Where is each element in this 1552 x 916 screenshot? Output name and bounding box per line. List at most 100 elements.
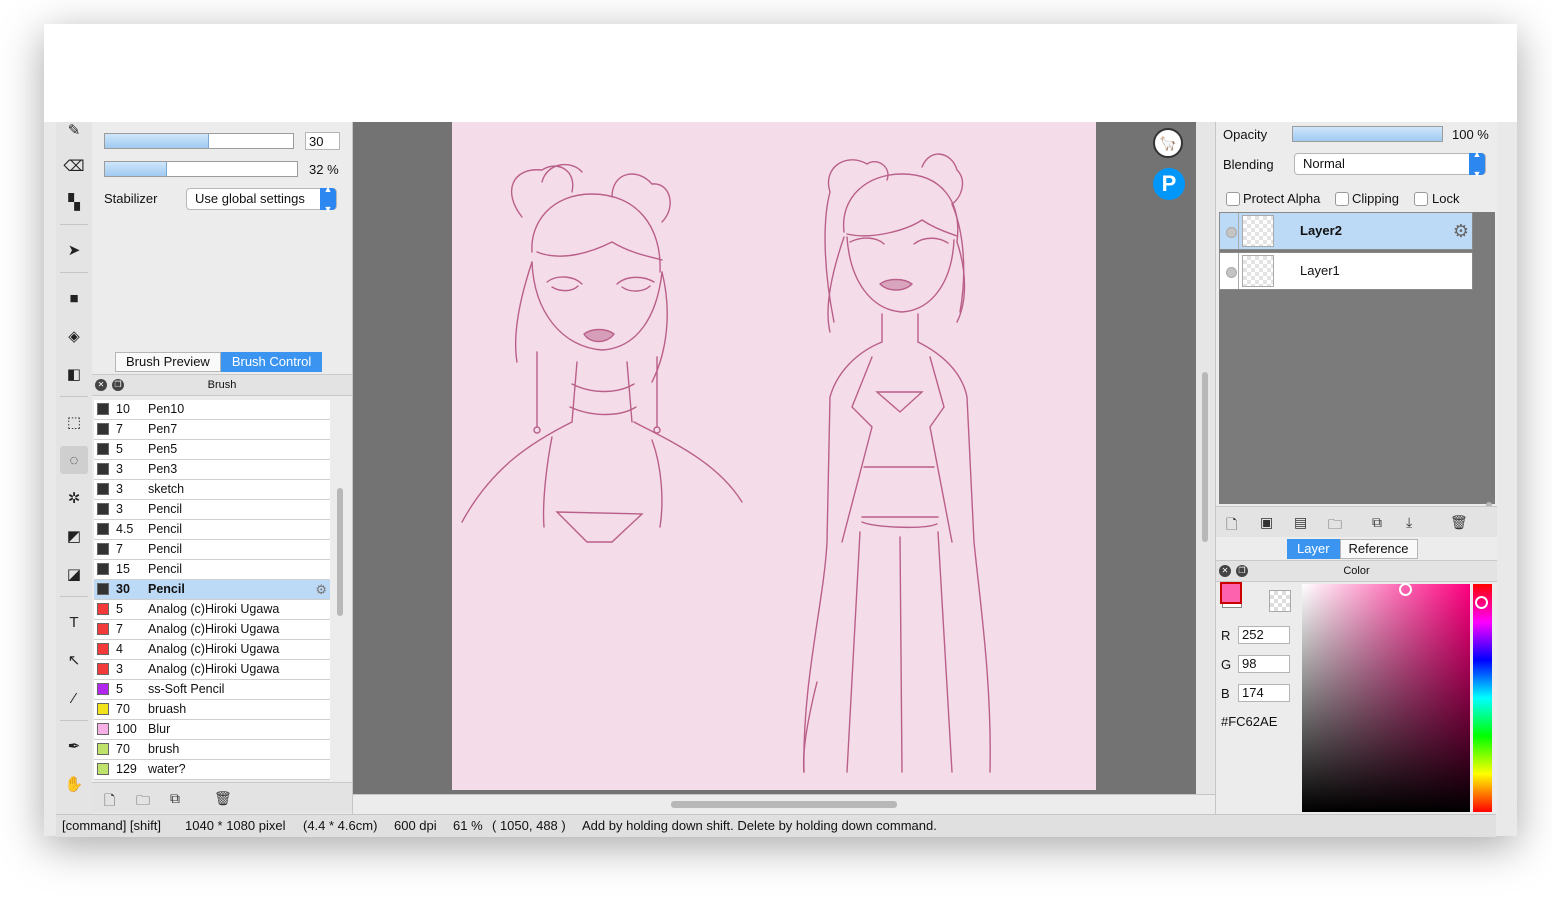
sketch-drawing [461,153,991,773]
brush-size: 100 [116,722,137,736]
brush-row[interactable]: 4.5 Pencil [94,520,330,540]
r-input[interactable]: 252 [1238,626,1290,644]
move-tool-icon[interactable]: ➤ [60,236,88,264]
color-picker-cursor[interactable] [1399,583,1412,596]
blending-select[interactable]: Normal ▲ ▼ [1294,149,1486,179]
hand-tool-icon[interactable]: ✋ [60,770,88,798]
eyedropper-tool-icon[interactable]: ✒ [60,732,88,760]
fill-rect-tool-icon[interactable]: ■ [60,284,88,312]
stabilizer-select[interactable]: Use global settings ▲ ▼ [186,184,337,214]
new-brush-icon[interactable]: 🗋 [104,790,115,814]
lasso-tool-icon[interactable]: ◌ [60,446,88,474]
brush-density-value: 32 % [309,162,339,177]
g-input[interactable]: 98 [1238,655,1290,673]
visibility-icon[interactable] [1226,267,1237,278]
brush-color-swatch [97,563,109,575]
gradient-tool-icon[interactable]: ◧ [60,360,88,388]
layer-folder-icon[interactable]: 🗀 [1328,514,1342,538]
delete-layer-icon[interactable]: 🗑 [1450,514,1468,531]
window-titlebar [44,24,1517,122]
protect-alpha-checkbox[interactable] [1226,192,1240,206]
tab-brush-control[interactable]: Brush Control [220,352,323,372]
operation-tool-icon[interactable]: ↖ [60,646,88,674]
close-icon[interactable]: ✕ [95,379,107,391]
brush-row[interactable]: 7 Pencil [94,540,330,560]
brush-density-slider[interactable] [104,161,298,177]
bucket-tool-icon[interactable]: ◈ [60,322,88,350]
canvas-area[interactable]: 🦙 P [353,122,1196,794]
canvas-horizontal-scrollbar[interactable] [671,801,897,808]
brush-row[interactable]: 3 sketch [94,480,330,500]
select-eraser-tool-icon[interactable]: ◪ [60,560,88,588]
brush-row[interactable]: 3 Analog (c)Hiroki Ugawa [94,660,330,680]
primary-color-swatch[interactable] [1220,582,1242,604]
tab-reference[interactable]: Reference [1339,539,1418,559]
g-label: G [1221,657,1232,672]
brush-list-scrollbar[interactable] [337,488,343,616]
brush-row[interactable]: 15 Pencil [94,560,330,580]
close-icon[interactable]: ✕ [1219,565,1231,577]
layer-row-layer1[interactable]: Layer1 [1219,252,1473,290]
tool-divider [60,720,88,721]
gear-icon[interactable]: ⚙ [315,580,327,599]
visibility-icon[interactable] [1226,227,1237,238]
new-8bit-layer-icon[interactable]: ▣ [1260,514,1273,531]
trash-icon[interactable]: 🗑 [214,790,232,807]
brush-name: sketch [148,482,185,496]
alpaca-avatar-icon[interactable]: 🦙 [1153,128,1183,158]
detach-icon[interactable]: ❐ [112,379,124,391]
brush-row[interactable]: 5 ss-Soft Pencil [94,680,330,700]
new-layer-icon[interactable]: 🗋 [1226,514,1237,538]
brush-row[interactable]: 3 Pen3 [94,460,330,480]
gear-icon[interactable]: ⚙ [1453,221,1469,242]
detach-icon[interactable]: ❐ [1236,565,1248,577]
clipping-checkbox[interactable] [1335,192,1349,206]
brush-row[interactable]: 129 water? [94,760,330,780]
brush-row[interactable]: 10 Pen10 [94,400,330,420]
drawing-canvas[interactable] [452,122,1096,790]
brush-size-slider[interactable] [104,133,294,149]
select-pen-tool-icon[interactable]: ◩ [60,522,88,550]
select-rect-tool-icon[interactable]: ⬚ [60,408,88,436]
magic-wand-tool-icon[interactable]: ✲ [60,484,88,512]
opacity-slider[interactable] [1292,126,1443,142]
saturation-value-picker[interactable] [1302,583,1470,812]
brush-size: 129 [116,762,137,776]
brush-size: 70 [116,702,130,716]
brush-size-input[interactable]: 30 [305,132,340,150]
duplicate-layer-icon[interactable]: ⧉ [1372,514,1382,531]
brush-row[interactable]: 4 Analog (c)Hiroki Ugawa [94,640,330,660]
b-input[interactable]: 174 [1238,684,1290,702]
brush-row[interactable]: 3 Pencil [94,500,330,520]
tab-brush-preview[interactable]: Brush Preview [115,352,221,372]
hue-slider[interactable] [1473,584,1492,812]
blur-tool-icon[interactable]: ⁄ [60,684,88,712]
brush-row[interactable]: 70 bruash [94,700,330,720]
brush-row[interactable]: 30 Pencil ⚙ [94,580,330,600]
canvas-vertical-scrollbar[interactable] [1202,372,1208,542]
brush-row[interactable]: 5 Analog (c)Hiroki Ugawa [94,600,330,620]
eraser-tool-icon[interactable]: ⌫ [60,152,88,180]
brush-row[interactable]: 5 Pen5 [94,440,330,460]
status-coords: ( 1050, 488 ) [492,818,566,833]
transparent-color-swatch[interactable] [1269,590,1291,612]
brush-name: Pen7 [148,422,178,436]
brush-color-swatch [97,543,109,555]
brush-row[interactable]: 70 brush [94,740,330,760]
layer-row-layer2[interactable]: Layer2 ⚙ [1219,212,1473,250]
pixiv-icon[interactable]: P [1153,168,1185,200]
hue-cursor[interactable] [1475,596,1488,609]
brush-row[interactable]: 7 Analog (c)Hiroki Ugawa [94,620,330,640]
lock-checkbox[interactable] [1414,192,1428,206]
brush-row[interactable]: 7 Pen7 [94,420,330,440]
text-tool-icon[interactable]: T [60,608,88,636]
brush-panel-header: ✕ ❐ Brush [92,374,352,396]
brush-row[interactable]: 100 Blur [94,720,330,740]
tab-layer[interactable]: Layer [1287,539,1340,559]
folder-icon[interactable]: 🗀 [136,790,150,814]
dot-tool-icon[interactable]: ▚ [60,188,88,216]
status-bar: [command] [shift] 1040 * 1080 pixel (4.4… [56,814,1496,837]
duplicate-brush-icon[interactable]: ⧉ [170,790,180,807]
new-1bit-layer-icon[interactable]: ▤ [1294,514,1307,531]
merge-down-icon[interactable]: ⤓ [1406,514,1412,531]
